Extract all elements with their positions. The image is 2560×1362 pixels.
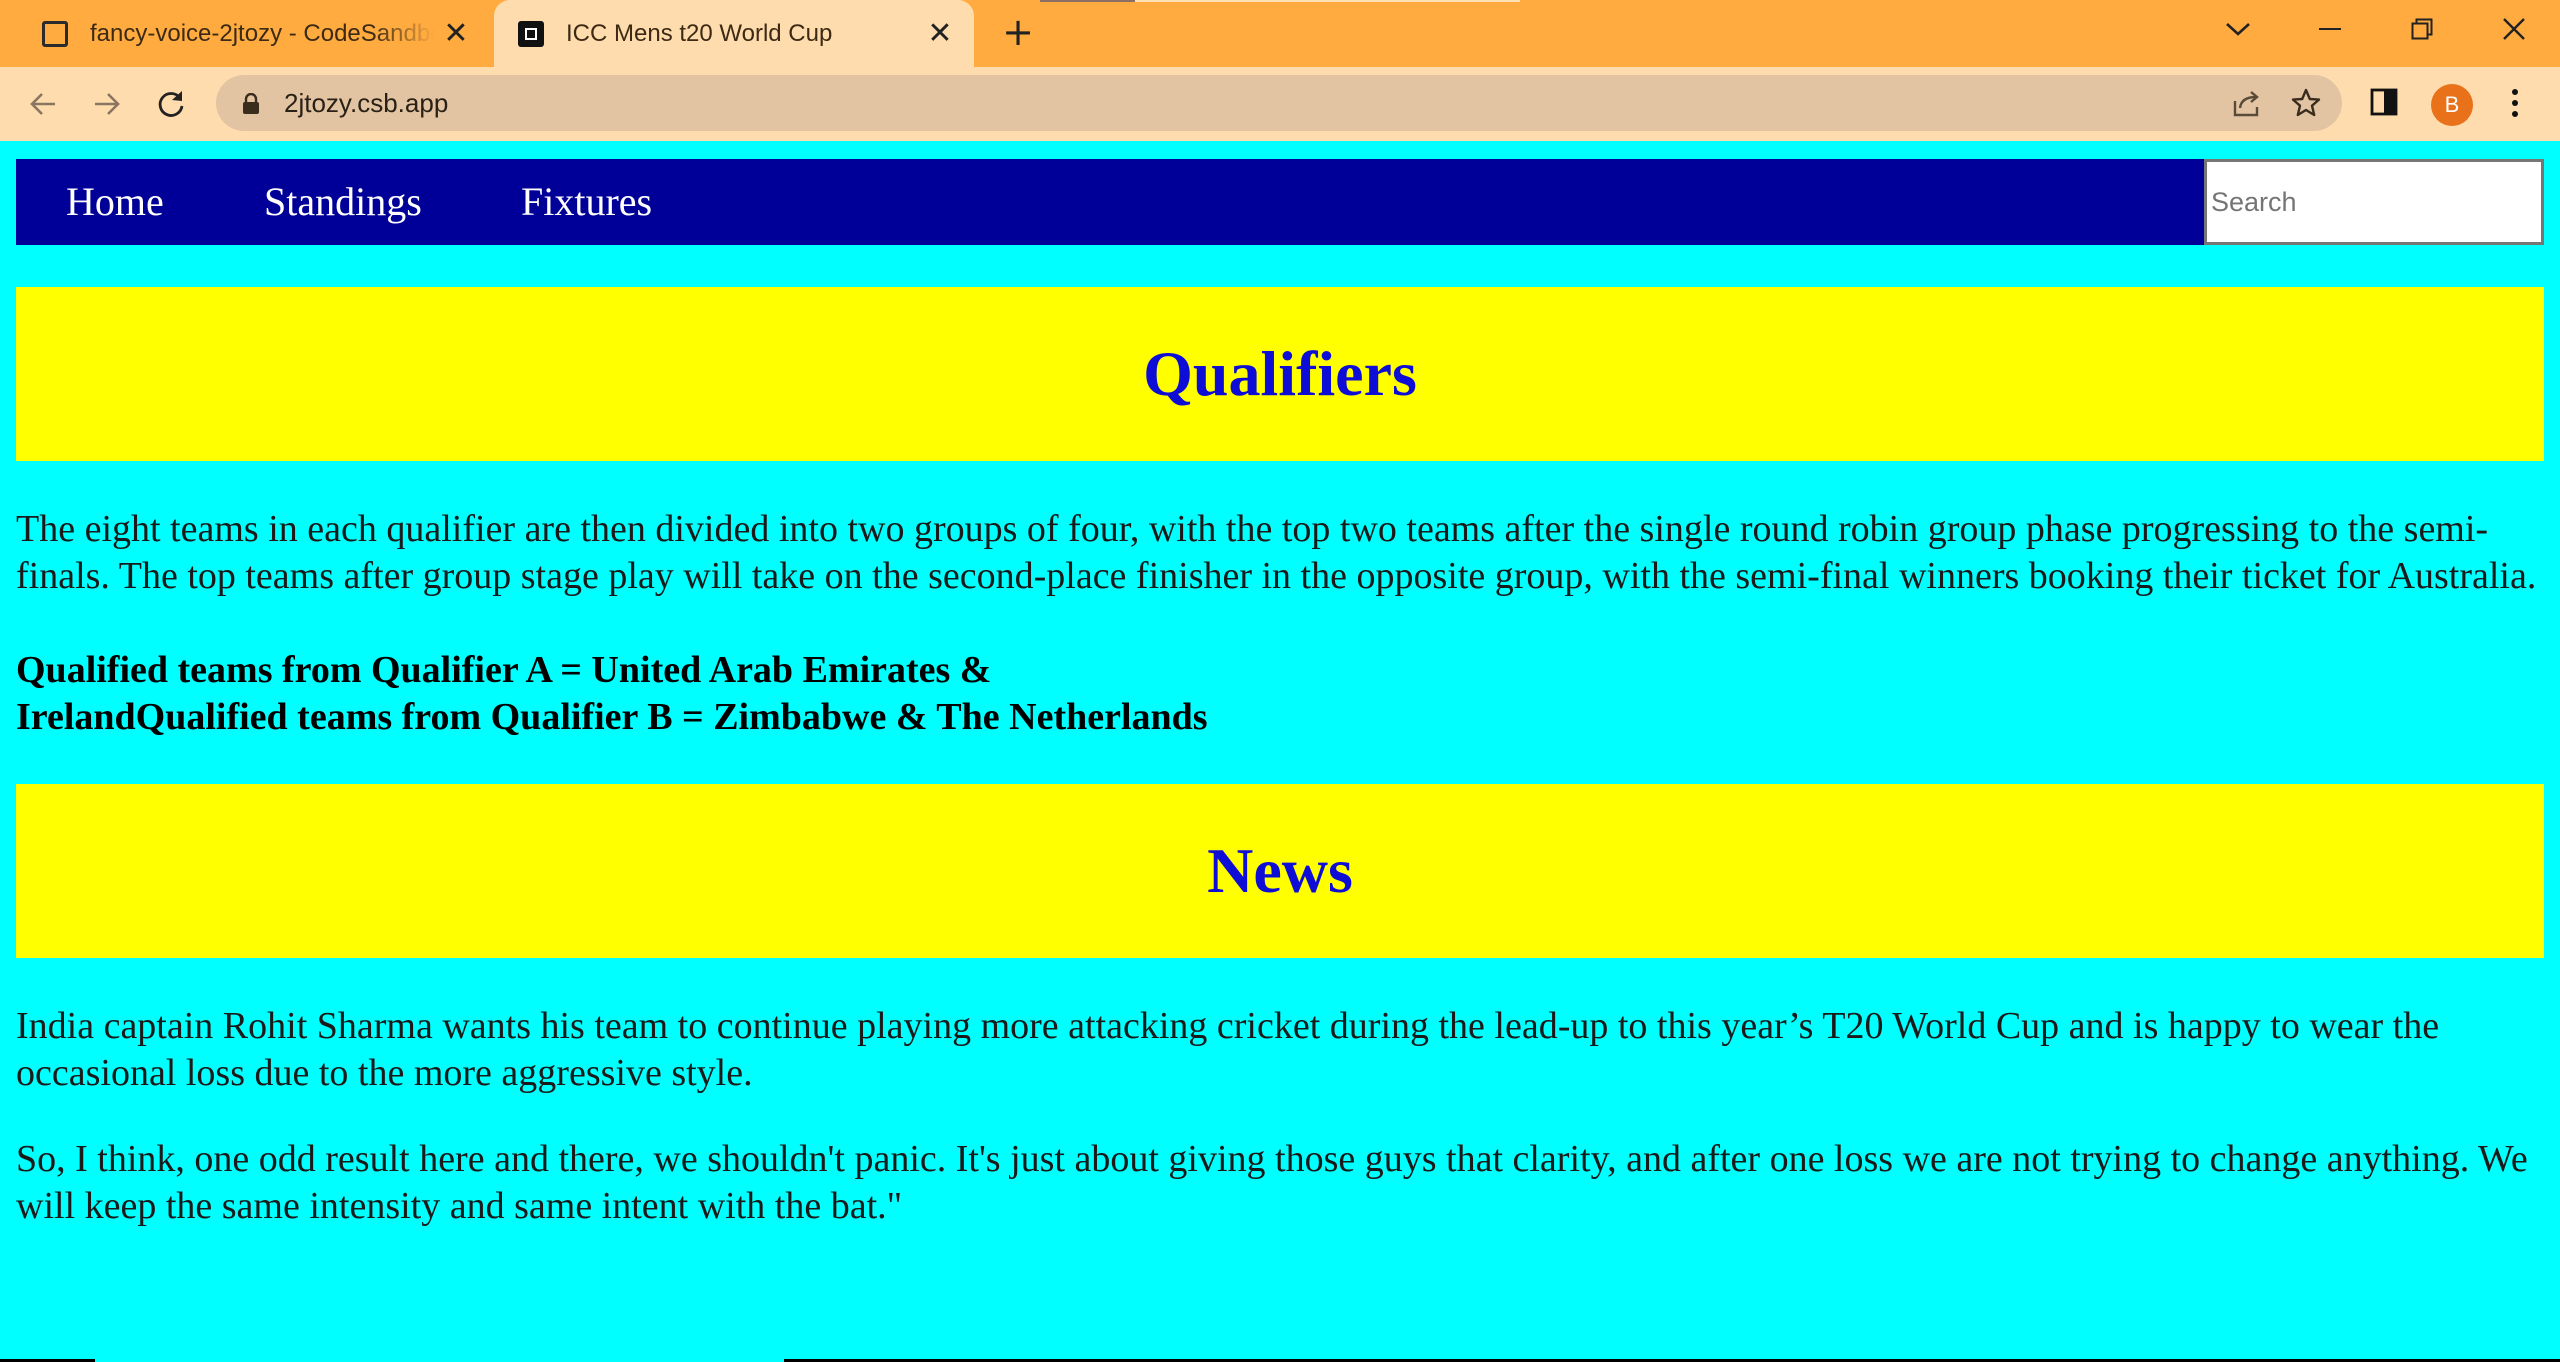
search-input[interactable] [2204, 159, 2544, 245]
url-text: 2jtozy.csb.app [284, 88, 449, 118]
news-paragraph-1: India captain Rohit Sharma wants his tea… [16, 1005, 2440, 1094]
share-icon[interactable] [2232, 89, 2262, 117]
tab-title: fancy-voice-2jtozy - CodeSandbox [90, 19, 434, 47]
codesandbox-favicon-icon [518, 20, 544, 47]
qualifiers-paragraph: The eight teams in each qualifier are th… [16, 508, 2537, 597]
qualified-teams-line-1: Qualified teams from Qualifier A = Unite… [16, 649, 992, 691]
tab-close-icon[interactable]: ✕ [434, 18, 478, 49]
web-page: Home Standings Fixtures Qualifiers The e… [0, 141, 2560, 1362]
kebab-menu-icon[interactable] [2510, 88, 2520, 118]
restore-button[interactable] [2376, 0, 2468, 58]
qualifiers-heading: Qualifiers [1143, 338, 1417, 409]
site-navbar: Home Standings Fixtures [16, 159, 2544, 245]
news-paragraph-2: So, I think, one odd result here and the… [16, 1138, 2528, 1227]
close-icon [2503, 18, 2525, 40]
news-banner: News [16, 784, 2544, 958]
forward-button[interactable] [80, 77, 134, 131]
star-icon[interactable] [2290, 87, 2322, 119]
codesandbox-favicon-icon [42, 20, 68, 47]
nav-link-home[interactable]: Home [66, 159, 164, 245]
tab-codesandbox[interactable]: fancy-voice-2jtozy - CodeSandbox ✕ [20, 0, 490, 67]
new-tab-button[interactable]: + [996, 10, 1040, 54]
profile-avatar[interactable]: B [2431, 84, 2473, 126]
close-window-button[interactable] [2468, 0, 2560, 58]
side-panel-icon[interactable] [2370, 88, 2398, 116]
browser-toolbar: 2jtozy.csb.app B [0, 67, 2560, 141]
qualifiers-banner: Qualifiers [16, 287, 2544, 461]
lock-icon [243, 93, 259, 114]
browser-tabstrip: fancy-voice-2jtozy - CodeSandbox ✕ ICC M… [0, 0, 2560, 67]
tab-search-button[interactable] [2192, 0, 2284, 58]
minimize-icon [2319, 28, 2341, 30]
qualified-teams-line-2: IrelandQualified teams from Qualifier B … [16, 696, 1208, 738]
minimize-button[interactable] [2284, 0, 2376, 58]
reload-icon [158, 91, 184, 117]
nav-link-fixtures[interactable]: Fixtures [521, 159, 652, 245]
nav-link-standings[interactable]: Standings [264, 159, 422, 245]
arrow-right-icon [95, 93, 120, 115]
reload-button[interactable] [144, 77, 198, 131]
chevron-down-icon [2226, 23, 2250, 36]
news-heading: News [1207, 835, 1353, 906]
tab-title: ICC Mens t20 World Cup [566, 19, 833, 47]
address-bar[interactable]: 2jtozy.csb.app [216, 75, 2342, 131]
tab-close-icon[interactable]: ✕ [918, 18, 962, 49]
tab-icc-world-cup[interactable]: ICC Mens t20 World Cup ✕ [494, 0, 974, 67]
arrow-left-icon [30, 93, 55, 115]
back-button[interactable] [16, 77, 70, 131]
tabstrip-highlight-dark [1040, 0, 1135, 2]
restore-icon [2411, 18, 2433, 40]
